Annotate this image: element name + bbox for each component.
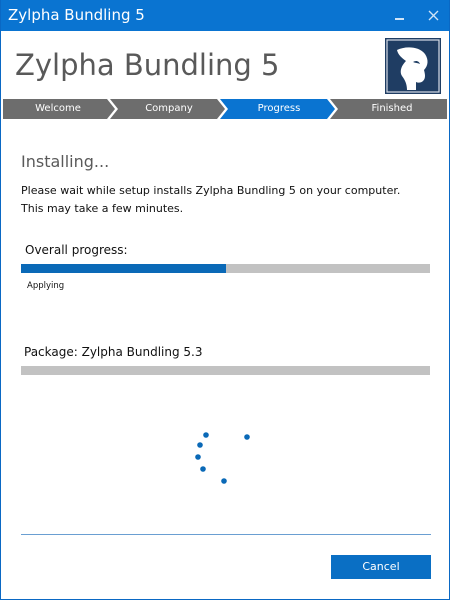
- loading-spinner: [181, 424, 261, 494]
- profile-silhouette-icon: [385, 38, 441, 94]
- step-progress-label: Progress: [257, 103, 301, 114]
- step-company-label: Company: [145, 103, 193, 114]
- installer-window: Zylpha Bundling 5 Zylpha Bundling 5 Welc…: [0, 0, 450, 600]
- title-bar[interactable]: Zylpha Bundling 5: [1, 0, 449, 31]
- minimize-icon: [395, 18, 404, 20]
- spinner-dots-icon: [195, 432, 250, 484]
- overall-progress-bar: [21, 264, 430, 273]
- package-progress-label: Package: Zylpha Bundling 5.3: [24, 345, 203, 359]
- package-progress-bar: [21, 366, 430, 375]
- header: Zylpha Bundling 5: [1, 31, 449, 99]
- cancel-button[interactable]: Cancel: [331, 555, 431, 579]
- main-content: Installing... Please wait while setup in…: [1, 119, 449, 599]
- page-title: Installing...: [21, 152, 110, 171]
- close-button[interactable]: [425, 8, 443, 24]
- footer-divider: [21, 534, 431, 535]
- overall-progress-label: Overall progress:: [25, 243, 128, 257]
- step-welcome-label: Welcome: [35, 103, 81, 114]
- progress-status-text: Applying: [27, 281, 65, 291]
- description-text: Please wait while setup installs Zylpha …: [21, 184, 401, 215]
- app-name-heading: Zylpha Bundling 5: [15, 48, 280, 82]
- step-finished-label: Finished: [371, 103, 413, 114]
- window-title: Zylpha Bundling 5: [8, 6, 145, 24]
- minimize-button[interactable]: [391, 8, 409, 24]
- close-icon: [428, 10, 439, 21]
- zylpha-logo: [385, 38, 441, 94]
- wizard-steps: Welcome Company Progress Finished: [3, 99, 447, 119]
- overall-progress-fill: [21, 264, 226, 273]
